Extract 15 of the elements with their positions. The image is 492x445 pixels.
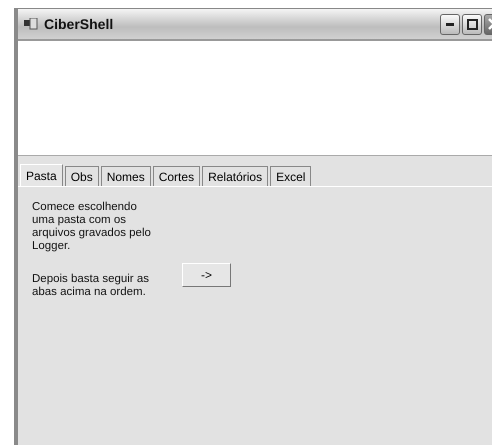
tab[interactable]: Pasta bbox=[20, 164, 63, 186]
minimize-icon bbox=[446, 22, 454, 26]
tab[interactable]: Cortes bbox=[152, 166, 200, 186]
tab[interactable]: Obs bbox=[64, 166, 99, 186]
tab[interactable]: Relatórios bbox=[202, 166, 268, 186]
instruction-text: Depois basta seguir as abas acima na ordem. bbox=[32, 273, 150, 299]
next-button[interactable]: -> bbox=[182, 263, 231, 287]
minimize-button[interactable] bbox=[440, 14, 460, 34]
maximize-button[interactable] bbox=[462, 14, 482, 34]
maximize-icon bbox=[466, 18, 478, 30]
tab[interactable]: Excel bbox=[270, 166, 312, 186]
instruction-text: Comece escolhendo uma pasta com os arquivos gravados pelo Logger. bbox=[32, 201, 152, 253]
tab[interactable]: Nomes bbox=[100, 166, 151, 186]
window-title: CiberShell bbox=[44, 16, 114, 32]
window-icon bbox=[24, 18, 38, 30]
